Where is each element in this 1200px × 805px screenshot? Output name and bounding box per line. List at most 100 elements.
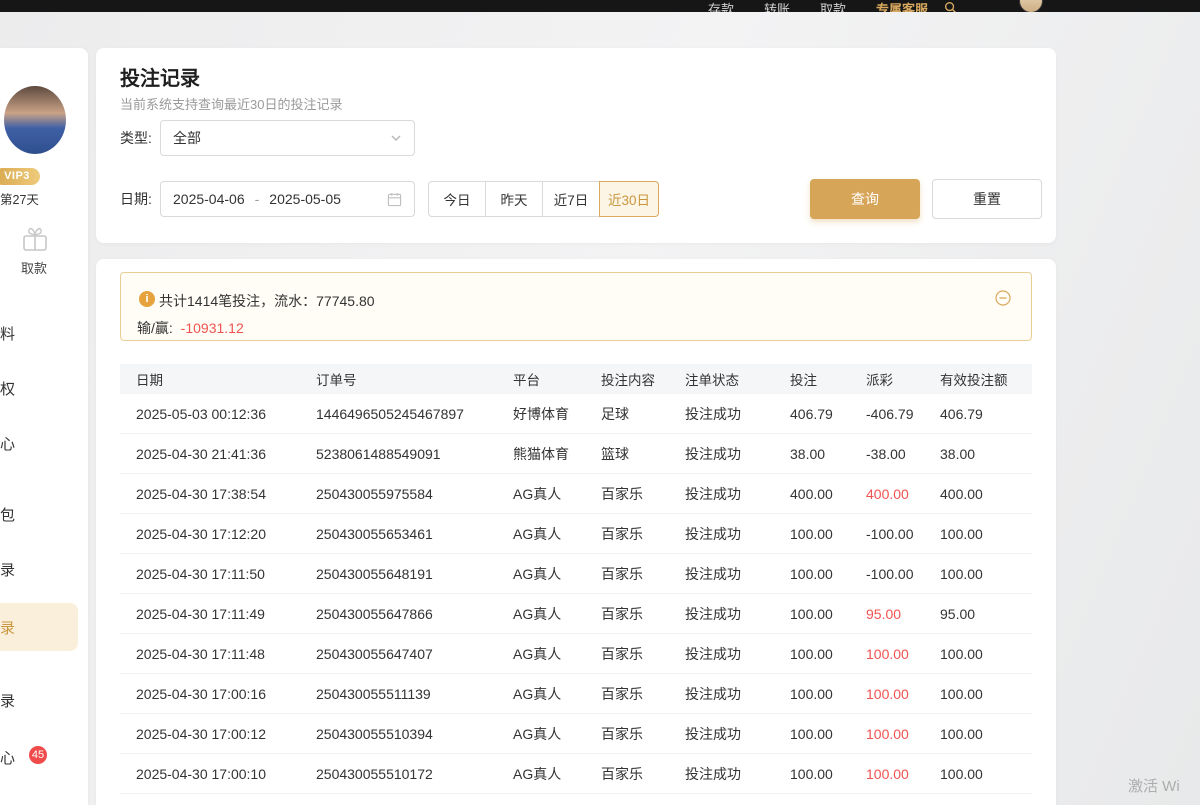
cell-order: 250430055647866: [316, 606, 513, 622]
sidebar-item[interactable]: 心: [0, 419, 78, 467]
cell-order: 250430055510394: [316, 726, 513, 742]
table-row: 2025-05-03 00:12:361446496505245467897好博…: [120, 394, 1032, 434]
sidebar-item-label: 心: [0, 433, 15, 454]
column-header: 注单状态: [685, 369, 790, 389]
table-row: 2025-04-30 17:00:12250430055510394AG真人百家…: [120, 714, 1032, 754]
collapse-icon[interactable]: [995, 290, 1011, 306]
quick-date-button[interactable]: 近7日: [542, 181, 600, 217]
sidebar-item[interactable]: 料: [0, 309, 78, 357]
sidebar-item[interactable]: 权: [0, 364, 78, 412]
date-label: 日期:: [120, 189, 160, 209]
sidebar-item-label: 包: [0, 504, 15, 525]
cell-valid: 100.00: [940, 766, 1032, 782]
cell-platform: 好博体育: [513, 404, 601, 424]
topbar-nav: 存款 转账 取款: [708, 2, 846, 12]
cell-content: 百家乐: [601, 644, 685, 664]
topbar-nav-item[interactable]: 取款: [820, 2, 846, 12]
quick-date-button[interactable]: 昨天: [485, 181, 543, 217]
cell-valid: 100.00: [940, 566, 1032, 582]
withdraw-icon[interactable]: [19, 225, 51, 260]
cell-order: 250430055647407: [316, 646, 513, 662]
cell-content: 百家乐: [601, 604, 685, 624]
cell-order: 250430055511139: [316, 686, 513, 702]
topbar-vip-link[interactable]: 专属客服: [876, 2, 928, 12]
type-select-value: 全部: [173, 128, 201, 148]
records-card: i 共计1414笔投注，流水：77745.80 输/赢: -10931.12 日…: [96, 259, 1056, 805]
withdraw-label[interactable]: 取款: [21, 258, 47, 277]
cell-payout: -100.00: [866, 526, 940, 542]
summary-winloss: 输/赢: -10931.12: [137, 318, 244, 338]
cell-content: 百家乐: [601, 564, 685, 584]
cell-payout: 100.00: [866, 686, 940, 702]
cell-bet: 100.00: [790, 686, 866, 702]
cell-payout: 100.00: [866, 726, 940, 742]
cell-valid: 406.79: [940, 406, 1032, 422]
cell-date: 2025-04-30 17:11:49: [136, 606, 316, 622]
table-row: 2025-04-30 17:12:20250430055653461AG真人百家…: [120, 514, 1032, 554]
column-header: 平台: [513, 369, 601, 389]
cell-platform: AG真人: [513, 524, 601, 544]
cell-platform: AG真人: [513, 724, 601, 744]
sidebar-item-label: 录: [0, 690, 15, 711]
sidebar-item[interactable]: 心 45: [0, 733, 78, 781]
date-range-picker[interactable]: 2025-04-06 - 2025-05-05: [160, 181, 415, 217]
cell-content: 篮球: [601, 444, 685, 464]
filter-card: 投注记录 当前系统支持查询最近30日的投注记录 类型: 全部 日期: 2025-…: [96, 48, 1056, 243]
cell-valid: 95.00: [940, 606, 1032, 622]
page-title: 投注记录: [120, 62, 200, 91]
column-header: 有效投注额: [940, 369, 1032, 389]
cell-valid: 100.00: [940, 726, 1032, 742]
sidebar-item[interactable]: 录: [0, 676, 78, 724]
cell-date: 2025-04-30 17:12:20: [136, 526, 316, 542]
sidebar-item[interactable]: 录: [0, 603, 78, 651]
summary-totals: 共计1414笔投注，流水：77745.80: [159, 291, 375, 311]
date-separator: -: [255, 191, 260, 207]
cell-order: 250430055510172: [316, 766, 513, 782]
table-body: 2025-05-03 00:12:361446496505245467897好博…: [120, 394, 1032, 794]
sidebar-item[interactable]: 包: [0, 490, 78, 538]
activate-watermark: 激活 Wi: [1128, 775, 1180, 796]
cell-content: 百家乐: [601, 524, 685, 544]
cell-bet: 100.00: [790, 766, 866, 782]
sidebar-item-label: 权: [0, 378, 15, 399]
cell-payout: 400.00: [866, 486, 940, 502]
search-icon[interactable]: [944, 1, 957, 12]
sidebar-item[interactable]: 录: [0, 545, 78, 593]
column-header: 投注: [790, 369, 866, 389]
column-header: 订单号: [316, 369, 513, 389]
sidebar-item-label: 心: [0, 747, 15, 768]
cell-status: 投注成功: [685, 404, 790, 424]
cell-order: 1446496505245467897: [316, 406, 513, 422]
cell-bet: 100.00: [790, 566, 866, 582]
cell-bet: 38.00: [790, 446, 866, 462]
vip-badge: VIP3: [0, 168, 40, 185]
cell-platform: AG真人: [513, 564, 601, 584]
notification-badge: 45: [29, 746, 47, 764]
cell-status: 投注成功: [685, 444, 790, 464]
quick-date-button[interactable]: 近30日: [599, 181, 659, 217]
topbar-nav-item[interactable]: 存款: [708, 2, 734, 12]
sidebar-item-label: 录: [0, 559, 15, 580]
quick-date-button[interactable]: 今日: [428, 181, 486, 217]
cell-platform: AG真人: [513, 684, 601, 704]
topbar-avatar[interactable]: [1019, 0, 1043, 12]
query-button[interactable]: 查询: [810, 179, 920, 219]
table-row: 2025-04-30 17:38:54250430055975584AG真人百家…: [120, 474, 1032, 514]
cell-order: 250430055653461: [316, 526, 513, 542]
bet-records-table: 日期订单号平台投注内容注单状态投注派彩有效投注额 2025-05-03 00:1…: [120, 364, 1032, 794]
user-avatar[interactable]: [4, 86, 66, 154]
column-header: 派彩: [866, 369, 940, 389]
reset-button[interactable]: 重置: [932, 179, 1042, 219]
cell-status: 投注成功: [685, 484, 790, 504]
type-select[interactable]: 全部: [160, 120, 415, 156]
topbar-nav-item[interactable]: 转账: [764, 2, 790, 12]
quick-date-group: 今日昨天近7日近30日: [428, 181, 659, 217]
cell-valid: 100.00: [940, 686, 1032, 702]
cell-bet: 100.00: [790, 646, 866, 662]
calendar-icon: [387, 192, 402, 207]
table-header: 日期订单号平台投注内容注单状态投注派彩有效投注额: [120, 364, 1032, 394]
cell-status: 投注成功: [685, 564, 790, 584]
table-row: 2025-04-30 21:41:365238061488549091熊猫体育篮…: [120, 434, 1032, 474]
cell-date: 2025-04-30 21:41:36: [136, 446, 316, 462]
cell-valid: 38.00: [940, 446, 1032, 462]
